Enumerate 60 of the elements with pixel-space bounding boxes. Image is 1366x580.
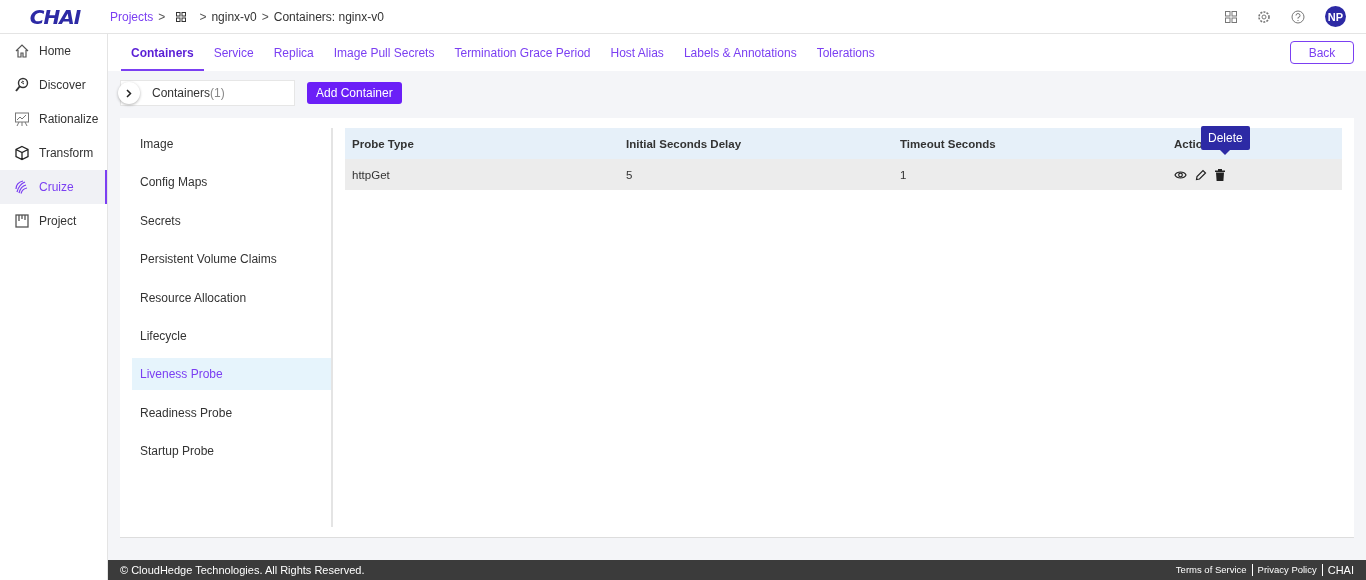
sidebar-item[interactable]: Project <box>0 204 107 238</box>
column-header: Initial Seconds Delay <box>619 128 893 159</box>
section-item[interactable]: Persistent Volume Claims <box>132 243 331 276</box>
breadcrumb-separator: > <box>199 9 207 24</box>
section-item[interactable]: Readiness Probe <box>132 396 331 429</box>
tab[interactable]: Host Alias <box>600 36 674 71</box>
footer-link[interactable]: CHAI <box>1321 564 1354 576</box>
table-cell: 1 <box>893 159 1167 190</box>
tab[interactable]: Containers <box>121 36 204 71</box>
home-icon <box>14 43 30 59</box>
trash-icon[interactable] <box>1215 168 1225 181</box>
sidebar-item[interactable]: Transform <box>0 136 107 170</box>
copyright-text: © CloudHedge Technologies. All Rights Reserved. <box>120 564 365 576</box>
chart-icon <box>14 111 30 127</box>
breadcrumb-separator: > <box>261 9 269 24</box>
section-item[interactable]: Resource Allocation <box>132 281 331 314</box>
section-item[interactable]: Lifecycle <box>132 319 331 352</box>
sidebar-item[interactable]: Home <box>0 34 107 68</box>
sidebar-item[interactable]: Rationalize <box>0 102 107 136</box>
section-item[interactable]: Startup Probe <box>132 435 331 468</box>
help-icon[interactable] <box>1291 9 1305 24</box>
column-header: Probe Type <box>345 128 619 159</box>
table-cell: httpGet <box>345 159 619 190</box>
tab[interactable]: Labels & Annotations <box>673 36 807 71</box>
section-item[interactable]: Config Maps <box>132 166 331 199</box>
table-cell: 5 <box>619 159 893 190</box>
magnifier-icon <box>14 77 30 93</box>
tooltip: Delete <box>1201 126 1250 155</box>
breadcrumb-link[interactable]: Projects <box>110 9 154 24</box>
logo: CHAI <box>28 4 82 29</box>
fingerprint-icon <box>14 179 30 195</box>
apps-grid-icon[interactable] <box>1225 10 1237 23</box>
add-container-button[interactable]: Add Container <box>307 82 402 104</box>
tab[interactable]: Termination Grace Period <box>444 36 601 71</box>
footer-link[interactable]: Privacy Policy <box>1251 564 1322 576</box>
section-item[interactable]: Liveness Probe <box>132 358 331 391</box>
sidebar-item[interactable]: Discover <box>0 68 107 102</box>
section-item[interactable]: Image <box>132 128 331 160</box>
column-header: Timeout Seconds <box>893 128 1167 159</box>
chevron-right-icon <box>126 88 132 98</box>
cube-icon <box>14 145 30 161</box>
back-button[interactable]: Back <box>1290 41 1354 64</box>
containers-label: Containers(1) <box>152 86 225 100</box>
breadcrumb-separator: > <box>158 9 166 24</box>
user-avatar[interactable]: NP <box>1325 6 1346 27</box>
tab[interactable]: Service <box>203 36 264 71</box>
footer-link[interactable]: Terms of Service <box>1170 564 1252 576</box>
breadcrumb-item: nginx-v0 <box>211 9 257 24</box>
containers-selector[interactable]: Containers(1) <box>120 80 295 106</box>
pencil-icon[interactable] <box>1195 168 1207 181</box>
tab[interactable]: Replica <box>263 36 324 71</box>
settings-icon[interactable] <box>1257 9 1271 24</box>
board-icon <box>14 213 30 229</box>
section-item[interactable]: Secrets <box>132 204 331 237</box>
breadcrumb-item: Containers: nginx-v0 <box>273 9 384 24</box>
tab[interactable]: Tolerations <box>806 36 885 71</box>
sidebar-item[interactable]: Cruize <box>0 170 107 204</box>
tab[interactable]: Image Pull Secrets <box>323 36 445 71</box>
grid-icon[interactable] <box>176 11 187 22</box>
eye-icon[interactable] <box>1174 169 1187 180</box>
